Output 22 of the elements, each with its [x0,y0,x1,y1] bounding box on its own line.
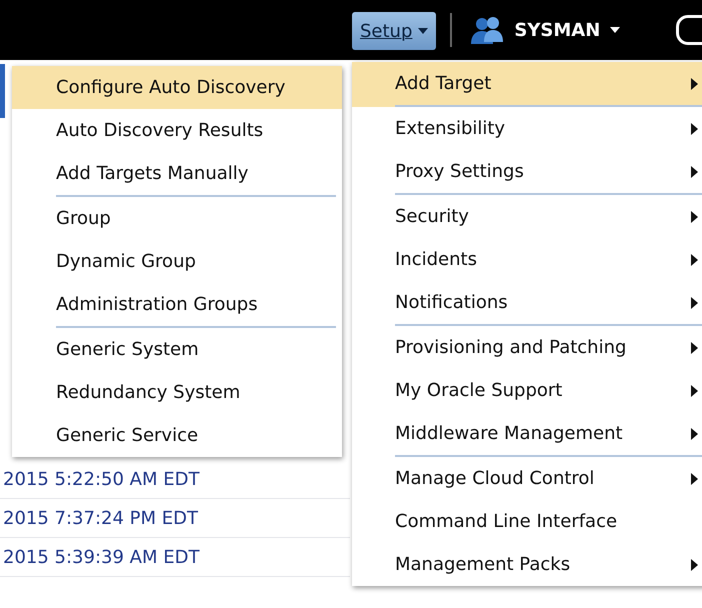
menu-item[interactable]: Generic Service [12,414,342,457]
menu-item[interactable]: Auto Discovery Results [12,109,342,152]
timestamp-text: 2015 5:39:39 AM EDT [3,546,200,568]
menu-item[interactable]: Notifications [352,281,702,326]
setup-menu-button[interactable]: Setup [352,12,436,50]
menu-item[interactable]: Group [12,197,342,240]
caret-icon [610,27,620,33]
menu-item[interactable]: Proxy Settings [352,150,702,195]
caret-icon [418,28,428,34]
menu-item[interactable]: Redundancy System [12,371,342,414]
menu-item[interactable]: Generic System [12,328,342,371]
menu-item[interactable]: Management Packs [352,543,702,586]
users-icon [470,15,504,45]
menu-item[interactable]: Add Target [352,62,702,107]
menu-item[interactable]: Configure Auto Discovery [12,66,342,109]
menu-item[interactable]: Administration Groups [12,283,342,328]
menu-item[interactable]: Middleware Management [352,412,702,457]
user-menu-button[interactable]: SYSMAN [466,15,624,45]
menu-item[interactable]: Dynamic Group [12,240,342,283]
timestamp-text: 2015 5:22:50 AM EDT [3,468,200,490]
timestamp-text: 2015 7:37:24 PM EDT [3,508,198,528]
menu-item[interactable]: Add Targets Manually [12,152,342,197]
